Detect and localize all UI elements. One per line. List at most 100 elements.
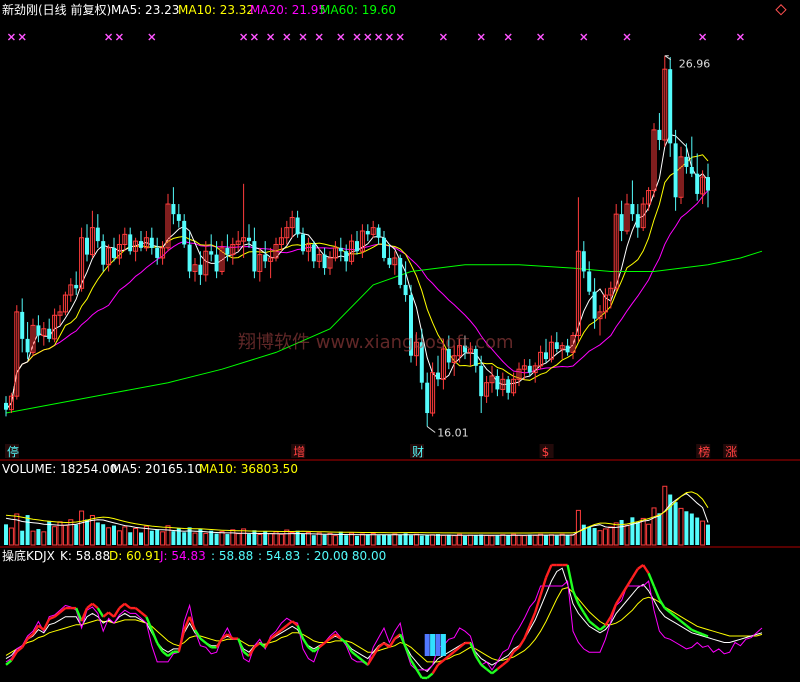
bottom-signal-bar [435,634,441,656]
candle-body [527,365,532,373]
volume-bar [565,535,570,545]
volume-bar [187,527,192,545]
volume-bar [587,526,592,545]
volume-bar [630,517,635,545]
ma20-label: MA20: 21.95 [250,3,326,17]
event-marker-label: 财 [412,445,424,459]
candle-body [398,257,403,285]
volume-bar [387,534,392,545]
volume-bar [689,513,694,545]
candle-body [36,325,41,336]
kdj-value3: : 20.00 [306,549,348,563]
event-marker-label: 榜 [698,444,710,459]
candle-body [344,251,349,262]
volume-bar [619,519,624,545]
candle-body [301,234,305,252]
candle-body [171,204,176,215]
volume-bar [214,533,219,545]
kdj-value4: : 80.00 [344,549,386,563]
candle-body [689,166,694,174]
candle-body [657,129,662,140]
volume-bar [473,534,478,545]
candle-body [263,254,268,262]
volume-bar [355,535,359,545]
ma60-label: MA60: 19.60 [320,3,396,17]
candle-body [376,227,381,238]
candle-body [209,251,214,255]
candle-body [581,251,586,272]
volume-ma5-label: MA5: 20165.10 [111,462,202,476]
volume-bar [247,534,251,545]
volume-bar [446,534,451,545]
volume-bar [263,530,268,545]
volume-bar [182,532,187,545]
candle-body [673,143,678,198]
volume-bar [20,530,25,545]
volume-bar [4,524,8,545]
candle-body [382,237,386,258]
volume-bar [436,534,440,545]
volume-bar [365,534,370,545]
candle-body [176,214,181,221]
candle-body [365,231,370,235]
volume-bar [295,530,300,545]
event-marker-label: 停 [7,444,19,459]
stock-chart[interactable]: 新劲刚(日线 前复权) MA5: 23.23 MA10: 23.32 MA20:… [0,0,800,682]
volume-bar [409,535,413,545]
kdj-k-label: K: 58.88 [60,549,110,563]
candle-body [668,69,673,144]
volume-bar [311,535,316,545]
volume-bar [695,517,700,545]
high-price-label: 26.96 [679,58,711,71]
volume-bar [376,535,381,545]
candle-body [619,214,624,231]
candle-body [355,241,359,252]
candle-body [635,214,640,228]
volume-bar [338,531,343,545]
candle-body [225,247,230,255]
bottom-signal-bar [430,634,436,656]
stock-name: 新劲刚(日线 前复权) [2,2,111,17]
volume-bar [425,535,430,545]
kdj-value2: : 54.83 [258,549,300,563]
volume-bar [171,531,176,545]
candle-body [592,291,597,319]
volume-bar [527,534,532,545]
volume-bar [322,534,327,545]
candle-body [25,338,30,353]
candle-body [247,237,251,242]
candle-body [495,375,500,390]
volume-bar [149,530,154,545]
candle-body [425,382,430,414]
candle-body [436,372,440,380]
candle-body [74,284,79,289]
volume-bar [139,532,143,545]
candle-body [252,241,257,272]
volume-bar [419,535,424,545]
candle-body [20,311,25,339]
volume-bar [673,502,678,545]
bottom-signal-bar [424,634,430,656]
candle-body [198,264,203,275]
candle-body [695,173,700,194]
candle-body [322,254,327,269]
volume-bar [25,515,30,545]
candle-body [95,227,100,242]
kdj-j-label: J: 54.83 [159,549,206,563]
candle-body [214,254,219,272]
candle-body [554,342,559,349]
candle-body [684,156,689,167]
candle-body [630,204,635,215]
volume-ma10-label: MA10: 36803.50 [199,462,298,476]
volume-bar [684,511,689,545]
kdj-d-label: D: 60.91 [109,549,160,563]
candle-body [101,241,106,265]
kdj-title: 操底KDJX [2,548,55,563]
event-marker-label: 涨 [725,444,737,459]
volume-bar [225,534,230,545]
candle-body [182,220,187,245]
volume-bar [74,524,79,545]
candle-body [187,244,192,272]
volume-bar [155,529,160,545]
candle-body [338,247,343,252]
